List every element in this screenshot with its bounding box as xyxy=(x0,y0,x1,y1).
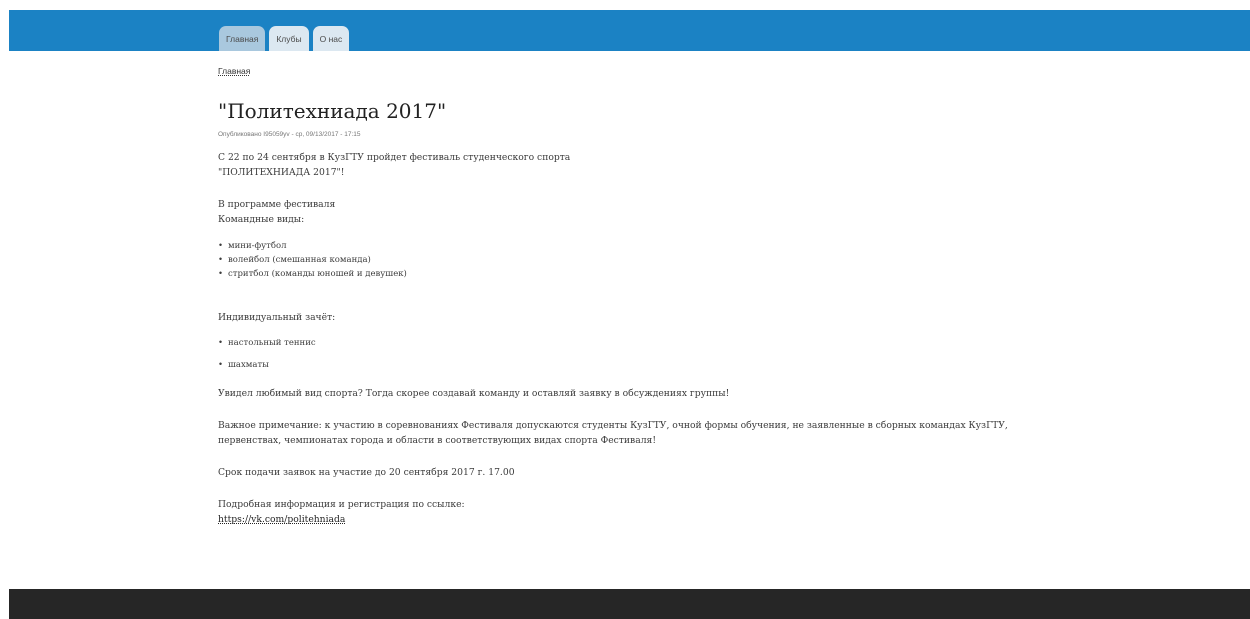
breadcrumb-home-link[interactable]: Главная xyxy=(218,66,250,76)
deadline-text: Срок подачи заявок на участие до 20 сент… xyxy=(218,467,515,478)
note-line-2: первенствах, чемпионатах города и област… xyxy=(218,435,657,446)
article-meta: Опубликовано I95059yv - ср, 09/13/2017 -… xyxy=(218,131,361,138)
bullet-icon: • xyxy=(218,338,224,348)
bullet-icon: • xyxy=(218,360,224,370)
program-heading: В программе фестиваля xyxy=(218,199,336,210)
intro-line-1: С 22 по 24 сентября в КузГТУ пройдет фес… xyxy=(218,152,571,163)
info-label: Подробная информация и регистрация по сс… xyxy=(218,499,465,510)
tab-home[interactable]: Главная xyxy=(219,26,266,51)
intro-line-2: "ПОЛИТЕХНИАДА 2017"! xyxy=(218,167,345,178)
list-item: • мини-футбол xyxy=(218,241,287,251)
individual-heading: Индивидуальный зачёт: xyxy=(218,312,336,323)
bullet-icon: • xyxy=(218,269,224,279)
note-line-1: Важное примечание: к участию в соревнова… xyxy=(218,420,1008,431)
list-item: • волейбол (смешанная команда) xyxy=(218,255,371,265)
list-item: • настольный теннис xyxy=(218,338,316,348)
tab-clubs[interactable]: Клубы xyxy=(269,26,309,51)
bullet-icon: • xyxy=(218,241,224,251)
tab-about[interactable]: О нас xyxy=(312,26,350,51)
list-item: • стритбол (команды юношей и девушек) xyxy=(218,269,407,279)
registration-link[interactable]: https://vk.com/politehniada xyxy=(218,514,345,525)
call-to-action: Увидел любимый вид спорта? Тогда скорее … xyxy=(218,388,730,399)
bullet-icon: • xyxy=(218,255,224,265)
team-heading: Командные виды: xyxy=(218,214,305,225)
page-title: "Политехниада 2017" xyxy=(218,99,447,123)
main-nav-tabs: Главная Клубы О нас xyxy=(219,26,350,51)
top-header-bar: Главная Клубы О нас xyxy=(9,10,1250,51)
page-footer xyxy=(9,589,1250,619)
info-link-line: https://vk.com/politehniada xyxy=(218,513,345,526)
list-item: • шахматы xyxy=(218,360,269,370)
